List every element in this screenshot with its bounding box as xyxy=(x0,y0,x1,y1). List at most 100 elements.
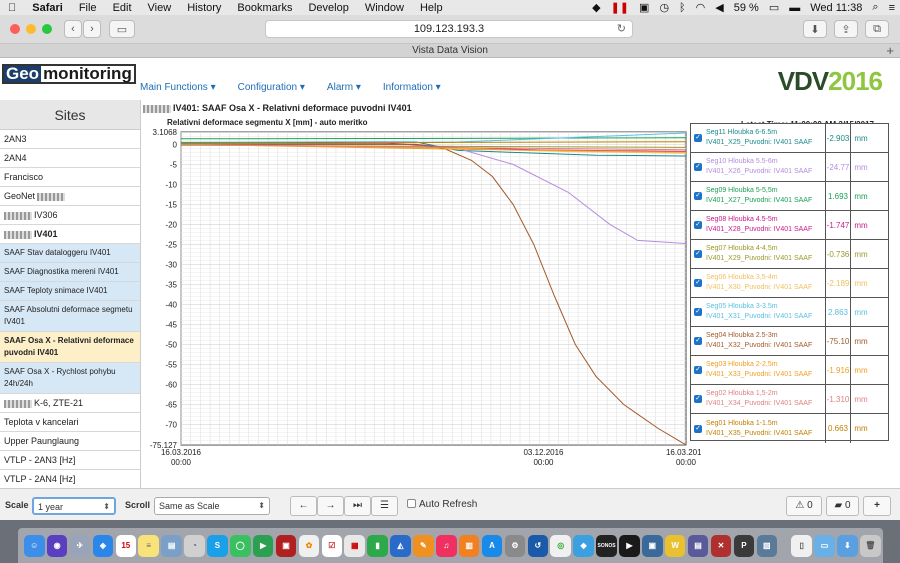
nav-main-functions[interactable]: Main Functions ▾ xyxy=(140,82,216,93)
battery-text[interactable]: 59 % xyxy=(729,2,764,14)
menu-view[interactable]: View xyxy=(140,2,180,14)
table-view-button[interactable]: ☰ xyxy=(371,496,398,516)
nav-configuration[interactable]: Configuration ▾ xyxy=(238,82,305,93)
legend-checkbox[interactable]: ✓ xyxy=(691,250,705,258)
scale-select[interactable]: 1 year ⬍ xyxy=(32,497,116,515)
terminal-icon[interactable]: P xyxy=(733,534,755,557)
sidebar-item[interactable]: 2AN4 xyxy=(0,149,140,168)
image-capture-icon[interactable]: ▣ xyxy=(642,534,663,557)
trash-icon[interactable]: 🗑 xyxy=(860,534,881,557)
sidebar-item[interactable]: 2AN3 xyxy=(0,130,140,149)
url-bar[interactable]: 109.123.193.3 ↻ xyxy=(265,20,633,38)
sidebar-item[interactable]: IV401 xyxy=(0,225,140,244)
deformation-chart[interactable]: 3.1068 0 -5 -10 -15 -20 -25 -30 -35 -40 -45 -50 -55 -… xyxy=(141,128,701,468)
sidebar-item[interactable]: SAAF Teploty snimace IV401 xyxy=(0,282,140,301)
new-tab-button[interactable]: + xyxy=(886,44,894,57)
legend-series[interactable]: Seg03 Hloubka 2-2,5m IV401_X33_Puvodni: I… xyxy=(705,356,826,384)
legend-series[interactable]: Seg04 Hloubka 2.5-3m IV401_X32_Puvodni: I… xyxy=(705,327,826,355)
xcode-icon[interactable]: ✕ xyxy=(710,534,732,557)
preview-icon[interactable]: ▤ xyxy=(161,534,182,557)
legend-checkbox[interactable]: ✓ xyxy=(691,424,705,433)
finder-icon[interactable]: ☺ xyxy=(24,534,45,557)
add-button[interactable]: + xyxy=(863,496,891,516)
zoom-window-button[interactable] xyxy=(42,24,52,34)
downloads-button[interactable]: ⬇ xyxy=(803,20,827,38)
time-machine-icon[interactable]: ◷ xyxy=(654,1,674,14)
forward-button[interactable]: › xyxy=(83,20,101,38)
dropbox-icon[interactable]: ◆ xyxy=(587,1,605,14)
music-icon[interactable]: ♫ xyxy=(436,534,457,557)
menu-help[interactable]: Help xyxy=(412,2,451,14)
maps-icon[interactable]: ◆ xyxy=(573,534,594,557)
launchpad-icon[interactable]: ✈ xyxy=(69,534,91,557)
battery-icon[interactable]: ▭ xyxy=(764,1,784,14)
system-preferences-icon[interactable]: ⚙ xyxy=(504,534,526,557)
legend-series[interactable]: Seg06 Hloubka 3,5-4m IV401_X30_Puvodni: I… xyxy=(705,269,826,297)
sidebar-item[interactable]: Upper Paunglaung xyxy=(0,432,140,451)
legend-series[interactable]: Seg01 Hloubka 1-1.5m IV401_X35_Puvodni: I… xyxy=(705,414,826,443)
legend-series[interactable]: Seg09 Hloubka 5-5,5m IV401_X27_Puvodni: I… xyxy=(705,182,826,210)
sidebar-item[interactable]: IV306 xyxy=(0,206,140,225)
legend-checkbox[interactable]: ✓ xyxy=(691,163,705,171)
books-icon[interactable]: ▥ xyxy=(458,534,480,557)
menu-history[interactable]: History xyxy=(179,2,229,14)
close-window-button[interactable] xyxy=(10,24,20,34)
pause-icon[interactable]: ❚❚ xyxy=(606,1,634,14)
messages-icon[interactable]: ◯ xyxy=(230,534,251,557)
sidebar-item[interactable]: SAAF Absolutni deformace segmetu IV401 xyxy=(0,301,140,332)
calendar-app-icon[interactable]: ▦ xyxy=(344,534,365,557)
sonos-icon[interactable]: SONOS xyxy=(596,534,617,557)
app-store-icon[interactable]: A xyxy=(481,534,503,557)
sidebar-item[interactable]: VTLP - 2AN4 [Hz] xyxy=(0,470,140,488)
backup-icon[interactable]: ↺ xyxy=(527,534,549,557)
tabs-overview-button[interactable]: ⧉ xyxy=(865,20,889,38)
media-player-icon[interactable]: ▶ xyxy=(619,534,640,557)
alarms-button[interactable]: ⚠ 0 xyxy=(786,496,822,516)
downloads-folder-icon[interactable]: ⬇ xyxy=(837,534,858,557)
sketch-icon[interactable]: W xyxy=(664,534,686,557)
legend-series[interactable]: Seg07 Hloubka 4-4,5m IV401_X29_Puvodni: I… xyxy=(705,240,826,268)
share-button[interactable]: ⇪ xyxy=(834,20,858,38)
sidebar-item[interactable]: SAAF Osa X - Relativni deformace puvodni… xyxy=(0,332,140,363)
sidebar-item[interactable]: SAAF Diagnostika mereni IV401 xyxy=(0,263,140,282)
tab-title[interactable]: Vista Data Vision xyxy=(412,45,488,56)
document-icon[interactable]: ▯ xyxy=(791,534,812,557)
geomonitoring-logo[interactable]: Geo monitoring xyxy=(2,64,136,84)
pages-icon[interactable]: ✎ xyxy=(413,534,434,557)
list-icon[interactable]: ≡ xyxy=(884,2,900,14)
menu-edit[interactable]: Edit xyxy=(105,2,140,14)
calendar-icon[interactable]: 15 xyxy=(115,534,137,557)
minimize-window-button[interactable] xyxy=(26,24,36,34)
sidebar-item[interactable]: SAAF Stav dataloggeru IV401 xyxy=(0,244,140,263)
sidebar-toggle-button[interactable]: ▭ xyxy=(109,20,135,38)
legend-checkbox[interactable]: ✓ xyxy=(691,366,705,374)
legend-checkbox[interactable]: ✓ xyxy=(691,221,705,229)
folder-icon[interactable]: ▭ xyxy=(814,534,835,557)
skype-icon[interactable]: S xyxy=(207,534,228,557)
menu-file[interactable]: File xyxy=(71,2,105,14)
menu-develop[interactable]: Develop xyxy=(300,2,356,14)
nav-alarm[interactable]: Alarm ▾ xyxy=(327,82,361,93)
menu-bookmarks[interactable]: Bookmarks xyxy=(229,2,300,14)
reminders-icon[interactable]: ☑ xyxy=(321,534,343,557)
sidebar-item[interactable]: Francisco xyxy=(0,168,140,187)
legend-series[interactable]: Seg02 Hloubka 1,5-2m IV401_X34_Puvodni: I… xyxy=(705,385,826,413)
legend-series[interactable]: Seg10 Hloubka 5.5-6m IV401_X26_Puvodni: I… xyxy=(705,153,826,181)
utility-icon[interactable]: ▤ xyxy=(687,534,709,557)
spotlight-icon[interactable]: ⌕ xyxy=(867,1,883,14)
previous-button[interactable]: ← xyxy=(290,496,317,516)
sidebar-item[interactable]: VTLP - 2AN3 [Hz] xyxy=(0,451,140,470)
photos-icon[interactable]: ◔ xyxy=(184,534,205,557)
volume-icon[interactable]: ◀ xyxy=(710,1,728,14)
sidebar-item[interactable]: GeoNet xyxy=(0,187,140,206)
photo-booth-icon[interactable]: ▣ xyxy=(275,534,297,557)
siri-icon[interactable]: ◉ xyxy=(46,534,68,557)
legend-series[interactable]: Seg08 Hloubka 4.5-5m IV401_X28_Puvodni: I… xyxy=(705,211,826,239)
scroll-select[interactable]: Same as Scale ⬍ xyxy=(154,497,270,515)
chrome-icon[interactable]: ◎ xyxy=(550,534,571,557)
auto-refresh-checkbox[interactable] xyxy=(407,499,416,508)
legend-checkbox[interactable]: ✓ xyxy=(691,279,705,287)
legend-series[interactable]: Seg11 Hloubka 6-6.5m IV401_X25_Puvodni: I… xyxy=(705,124,826,152)
keynote-icon[interactable]: ◭ xyxy=(390,534,411,557)
sidebar-item[interactable]: K-6, ZTE-21 xyxy=(0,394,140,413)
